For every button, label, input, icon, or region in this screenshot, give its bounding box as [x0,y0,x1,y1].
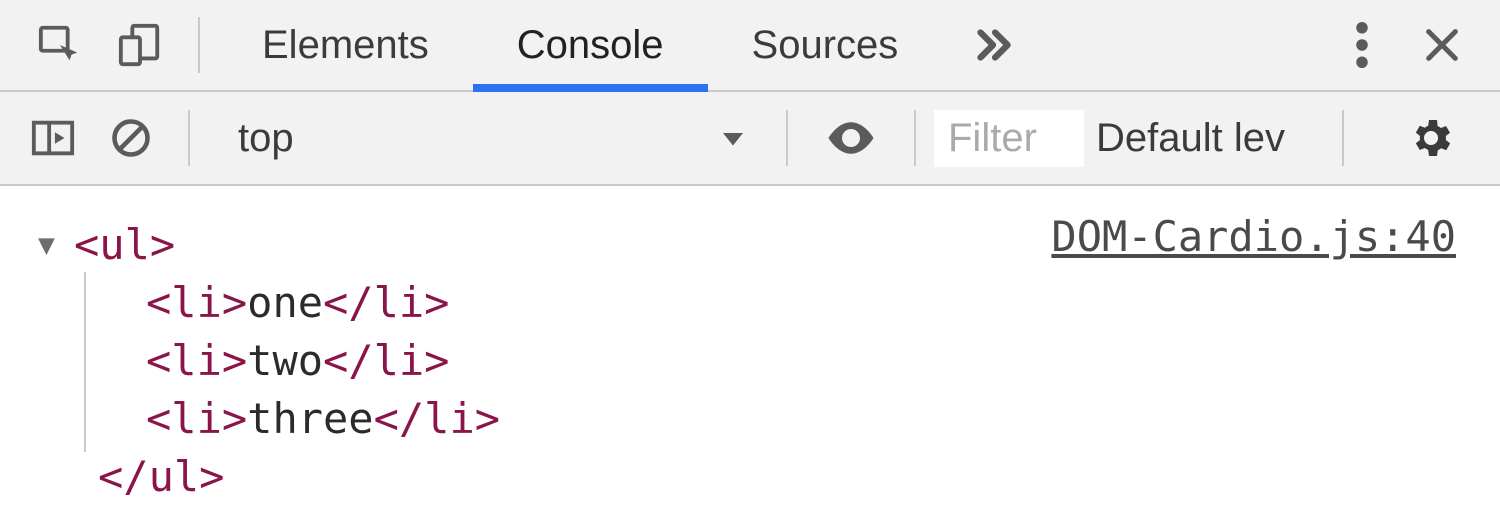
close-devtools-button[interactable] [1402,25,1482,65]
tab-overflow[interactable] [942,0,1044,90]
tab-label: Sources [752,23,899,68]
logged-element-tree: ▼ <ul> <li>one</li> <li>two</li> <li>thr… [74,216,1460,506]
divider [914,110,916,166]
divider [198,17,200,73]
log-levels-label: Default lev [1096,116,1285,160]
tab-label: Elements [262,23,429,68]
console-output: DOM-Cardio.js:40 ▼ <ul> <li>one</li> <li… [0,186,1500,506]
sidebar-icon [30,115,76,161]
device-toolbar-icon[interactable] [100,22,180,68]
divider [786,110,788,166]
tree-node-ul-open[interactable]: <ul> [74,216,1460,274]
tree-node-ul-close[interactable]: </ul> [74,448,1460,506]
tree-node-li[interactable]: <li>two</li> [74,332,1460,390]
disclosure-triangle-icon[interactable]: ▼ [38,226,55,265]
divider [188,110,190,166]
chevron-down-icon [718,123,748,153]
tab-list: Elements Console Sources [218,0,1044,90]
console-settings-button[interactable] [1396,114,1466,162]
tab-sources[interactable]: Sources [708,0,943,90]
close-icon [1422,25,1462,65]
context-label: top [238,116,294,161]
log-levels-selector[interactable]: Default lev [1084,116,1324,161]
chevrons-right-icon [968,20,1018,70]
divider [1342,110,1344,166]
tree-guide-line [84,272,86,452]
eye-icon [824,111,878,165]
tree-node-li[interactable]: <li>one</li> [74,274,1460,332]
tab-label: Console [517,23,664,68]
more-menu-button[interactable] [1322,22,1402,68]
clear-console-button[interactable] [92,116,170,160]
context-selector[interactable]: top [208,116,768,161]
kebab-icon [1356,22,1368,68]
tab-elements[interactable]: Elements [218,0,473,90]
filter-input[interactable] [934,110,1084,167]
toggle-sidebar-button[interactable] [14,115,92,161]
console-toolbar: top Default lev [0,92,1500,186]
inspect-element-icon[interactable] [20,22,100,68]
tab-console[interactable]: Console [473,0,708,90]
clear-icon [109,116,153,160]
devtools-tab-bar: Elements Console Sources [0,0,1500,92]
live-expression-button[interactable] [806,111,896,165]
tree-node-li[interactable]: <li>three</li> [74,390,1460,448]
gear-icon [1407,114,1455,162]
